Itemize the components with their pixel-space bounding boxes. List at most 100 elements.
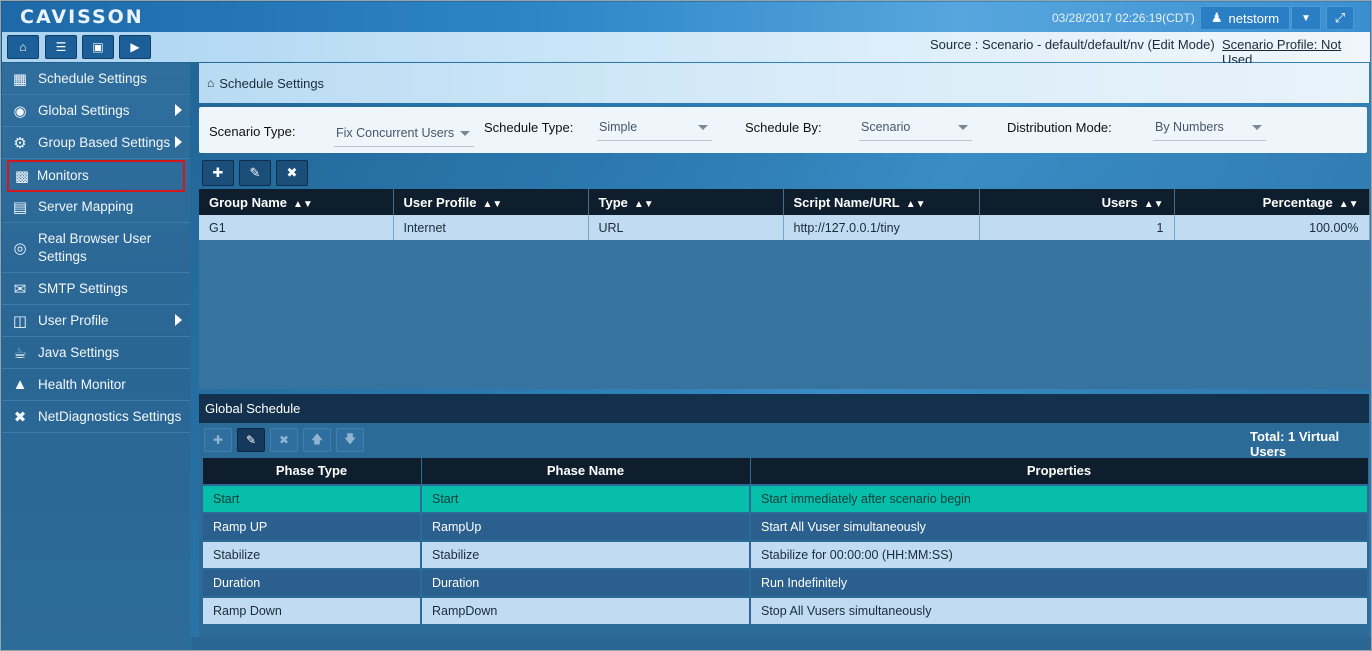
column-header-phase-type: Phase Type xyxy=(201,457,422,485)
sidebar-item-smtp-settings[interactable]: ✉ SMTP Settings xyxy=(2,273,190,305)
chevron-down-icon xyxy=(460,131,470,136)
home-button[interactable]: ⌂ xyxy=(7,35,39,59)
column-header-percentage[interactable]: Percentage ▲▼ xyxy=(1174,189,1370,215)
expand-button[interactable]: ⤢ xyxy=(1326,6,1354,30)
cell-user-profile: Internet xyxy=(393,215,589,240)
schedule-filters: Scenario Type: Fix Concurrent Users Sche… xyxy=(199,107,1367,153)
add-group-button[interactable]: ✚ xyxy=(202,160,234,186)
arrow-down-icon: 🡇 xyxy=(343,431,357,446)
sort-icon: ▲▼ xyxy=(1338,198,1359,210)
close-icon: ✖ xyxy=(286,165,298,180)
table-row[interactable]: Ramp UP RampUp Start All Vuser simultane… xyxy=(201,511,1369,542)
play-icon: ▶ xyxy=(130,40,140,54)
table-row[interactable]: G1 Internet URL http://127.0.0.1/tiny 1 … xyxy=(199,215,1370,240)
schedule-type-select[interactable]: Simple xyxy=(597,113,712,141)
delete-phase-button[interactable]: ✖ xyxy=(270,428,298,452)
chevron-right-icon xyxy=(175,104,182,116)
folder-icon: ◫ xyxy=(12,312,28,330)
bottom-strip xyxy=(191,637,1371,650)
breadcrumb: ⌂ Schedule Settings xyxy=(199,63,1369,103)
table-row[interactable]: Start Start Start immediately after scen… xyxy=(201,483,1369,514)
globe-icon: ◉ xyxy=(13,102,27,120)
sidebar-item-user-profile[interactable]: ◫ User Profile xyxy=(2,305,190,337)
column-header-user-profile[interactable]: User Profile ▲▼ xyxy=(393,189,589,215)
column-header-type[interactable]: Type ▲▼ xyxy=(588,189,784,215)
groups-grid: Group Name ▲▼ User Profile ▲▼ Type ▲▼ Scrip… xyxy=(199,189,1370,389)
sidebar-item-schedule-settings[interactable]: ▦ Schedule Settings xyxy=(2,63,190,95)
source-info: Source : Scenario - default/default/nv (… xyxy=(930,37,1215,52)
sort-icon: ▲▼ xyxy=(633,198,654,210)
user-dropdown-button[interactable]: ▼ xyxy=(1291,6,1321,30)
total-virtual-users: Total: 1 Virtual Users xyxy=(1250,429,1340,459)
column-header-script-name[interactable]: Script Name/URL ▲▼ xyxy=(783,189,980,215)
home-icon: ⌂ xyxy=(207,76,215,90)
table-row[interactable]: Duration Duration Run Indefinitely xyxy=(201,567,1369,598)
cell-percentage: 100.00% xyxy=(1174,215,1370,240)
notes-button[interactable]: ☰ xyxy=(45,35,77,59)
plus-icon: ✚ xyxy=(212,433,224,447)
phase-table: Phase Type Phase Name Properties Start S… xyxy=(201,457,1369,626)
browser-icon: ◎ xyxy=(13,239,27,257)
pencil-icon: ✎ xyxy=(245,433,257,447)
user-menu-button[interactable]: ♟ netstorm xyxy=(1200,6,1290,30)
page-title: Schedule Settings xyxy=(219,75,325,91)
calendar-icon: ▦ xyxy=(12,70,28,88)
table-row[interactable]: Stabilize Stabilize Stabilize for 00:00:… xyxy=(201,539,1369,570)
add-phase-button[interactable]: ✚ xyxy=(204,428,232,452)
sort-icon: ▲▼ xyxy=(293,198,313,210)
chevron-right-icon xyxy=(175,314,182,326)
table-row[interactable]: Ramp Down RampDown Stop All Vusers simul… xyxy=(201,595,1369,626)
edit-group-button[interactable]: ✎ xyxy=(239,160,271,186)
column-header-properties: Properties xyxy=(749,457,1369,485)
column-header-group-name[interactable]: Group Name ▲▼ xyxy=(199,189,394,215)
sidebar-item-global-settings[interactable]: ◉ Global Settings xyxy=(2,95,190,127)
chevron-down-icon xyxy=(698,125,708,130)
toolbar: ⌂ ☰ ▣ ▶ Source : Scenario - default/defa… xyxy=(2,32,1370,67)
top-bar: CAVISSON 03/28/2017 02:26:19(CDT) ♟ nets… xyxy=(2,2,1370,32)
move-down-button[interactable]: 🡇 xyxy=(336,428,364,452)
chevron-down-icon xyxy=(958,125,968,130)
edit-phase-button[interactable]: ✎ xyxy=(237,428,265,452)
save-button[interactable]: ▣ xyxy=(82,35,114,59)
chart-icon: ▲ xyxy=(12,376,28,393)
sidebar: ▦ Schedule Settings ◉ Global Settings ⚙ … xyxy=(2,63,190,650)
sidebar-item-server-mapping[interactable]: ▤ Server Mapping xyxy=(2,191,190,223)
distribution-mode-label: Distribution Mode: xyxy=(1007,120,1112,135)
move-up-button[interactable]: 🡅 xyxy=(303,428,331,452)
plus-icon: ✚ xyxy=(212,165,224,180)
user-icon: ♟ xyxy=(1210,10,1223,25)
gear-icon: ⚙ xyxy=(13,134,27,152)
run-button[interactable]: ▶ xyxy=(119,35,151,59)
home-icon: ⌂ xyxy=(19,40,27,54)
pencil-icon: ✎ xyxy=(249,165,261,180)
sidebar-item-monitors[interactable]: ▩ Monitors xyxy=(7,160,185,192)
sidebar-item-java-settings[interactable]: ☕ Java Settings xyxy=(2,337,190,369)
sidebar-item-health-monitor[interactable]: ▲ Health Monitor xyxy=(2,369,190,401)
column-header-phase-name: Phase Name xyxy=(420,457,751,485)
sidebar-item-group-based-settings[interactable]: ⚙ Group Based Settings xyxy=(2,127,190,159)
schedule-by-select[interactable]: Scenario xyxy=(859,113,972,141)
sidebar-item-real-browser-user-settings[interactable]: ◎ Real Browser User Settings xyxy=(2,223,190,273)
monitor-icon: ▩ xyxy=(14,167,30,185)
delete-group-button[interactable]: ✖ xyxy=(276,160,308,186)
logo: CAVISSON xyxy=(20,6,144,28)
column-header-users[interactable]: Users ▲▼ xyxy=(979,189,1175,215)
datetime-readout: 03/28/2017 02:26:19(CDT) xyxy=(1052,11,1195,25)
schedule-type-label: Schedule Type: xyxy=(484,120,574,135)
chevron-down-icon xyxy=(1252,125,1262,130)
cell-group-name: G1 xyxy=(199,215,394,240)
cell-type: URL xyxy=(588,215,784,240)
app-window: CAVISSON 03/28/2017 02:26:19(CDT) ♟ nets… xyxy=(0,0,1372,651)
coffee-icon: ☕ xyxy=(13,344,27,362)
envelope-icon: ✉ xyxy=(13,280,27,298)
save-icon: ▣ xyxy=(92,40,104,54)
scenario-type-label: Scenario Type: xyxy=(209,124,296,139)
sidebar-item-netdiagnostics-settings[interactable]: ✖ NetDiagnostics Settings xyxy=(2,401,190,433)
sort-icon: ▲▼ xyxy=(1143,198,1164,210)
sort-icon: ▲▼ xyxy=(905,198,926,210)
distribution-mode-select[interactable]: By Numbers xyxy=(1153,113,1266,141)
tools-icon: ✖ xyxy=(13,408,27,426)
cell-script-name: http://127.0.0.1/tiny xyxy=(783,215,980,240)
server-icon: ▤ xyxy=(12,198,28,216)
scenario-type-select[interactable]: Fix Concurrent Users xyxy=(334,119,474,147)
